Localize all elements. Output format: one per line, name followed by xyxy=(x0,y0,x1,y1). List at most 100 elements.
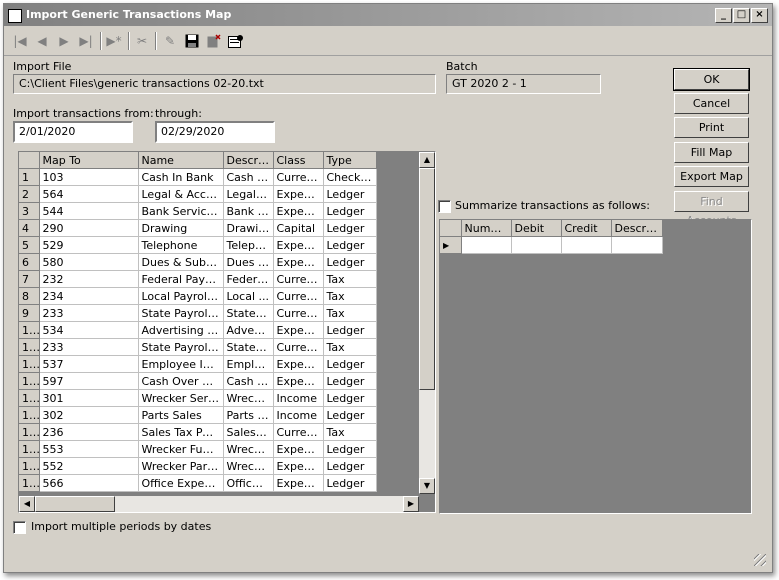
summary-cell[interactable] xyxy=(511,236,562,254)
grid-cell[interactable]: Ledger xyxy=(323,253,377,271)
row-number[interactable]: 11 xyxy=(19,338,40,356)
grid-cell[interactable]: Wreck... xyxy=(223,389,274,407)
grid-cell[interactable]: Ledger xyxy=(323,185,377,203)
properties-icon[interactable] xyxy=(226,31,246,51)
grid-cell[interactable]: 233 xyxy=(39,338,139,356)
save-icon[interactable] xyxy=(182,31,202,51)
column-header-description[interactable]: Descri... xyxy=(223,152,274,169)
grid-cell[interactable]: 302 xyxy=(39,406,139,424)
grid-cell[interactable]: Ledger xyxy=(323,321,377,339)
table-row[interactable]: 7232Federal Payroll...Federal...Current.… xyxy=(19,270,377,288)
table-row[interactable]: 1103Cash In BankCash I...Current...Check… xyxy=(19,168,377,186)
table-row[interactable]: 9 233 State Payroll T... State P... Current.… xyxy=(19,304,377,322)
row-number[interactable]: 6 xyxy=(19,253,40,271)
grid-cell[interactable]: State P... xyxy=(223,304,274,322)
grid-cell[interactable]: Income xyxy=(273,389,324,407)
grid-cell[interactable]: Tax xyxy=(323,270,377,288)
summary-cell[interactable] xyxy=(461,236,512,254)
grid-cell[interactable]: 564 xyxy=(39,185,139,203)
grid-cell[interactable]: 580 xyxy=(39,253,139,271)
grid-cell[interactable]: Tax xyxy=(323,287,377,305)
grid-cell[interactable]: Wreck... xyxy=(223,440,274,458)
grid-cell[interactable]: Drawing xyxy=(138,219,224,237)
grid-cell[interactable]: Ledger xyxy=(323,355,377,373)
table-row[interactable]: 12537Employee Insu...Employ...ExpenseLed… xyxy=(19,355,377,373)
grid-cell[interactable]: Local Payroll T... xyxy=(138,287,224,305)
grid-cell[interactable]: Wrecker Servi... xyxy=(138,389,224,407)
column-header-class[interactable]: Class xyxy=(273,152,324,169)
grid-cell[interactable]: Expense xyxy=(273,440,324,458)
grid-cell[interactable]: Current... xyxy=(273,270,324,288)
cancel-button[interactable]: Cancel xyxy=(674,93,749,114)
row-number[interactable]: 10 xyxy=(19,321,40,339)
grid-cell[interactable]: Wrecker Parts... xyxy=(138,457,224,475)
grid-cell[interactable]: Ledger xyxy=(323,474,377,492)
fill-map-button[interactable]: Fill Map xyxy=(674,142,749,163)
ok-button[interactable]: OK xyxy=(673,68,750,91)
grid-cell[interactable]: Current... xyxy=(273,168,324,186)
row-number[interactable]: 17 xyxy=(19,440,40,458)
grid-cell[interactable]: Ledger xyxy=(323,236,377,254)
delete-cut-icon[interactable]: ✂ xyxy=(132,31,152,51)
grid-cell[interactable]: Current... xyxy=(273,287,324,305)
row-number[interactable]: 7 xyxy=(19,270,40,288)
summary-cell[interactable] xyxy=(611,236,663,254)
row-number[interactable]: 15 xyxy=(19,406,40,424)
summary-header-number[interactable]: Number xyxy=(461,220,512,237)
cancel-changes-icon[interactable] xyxy=(204,31,224,51)
row-number[interactable]: 5 xyxy=(19,236,40,254)
grid-cell[interactable]: Employ... xyxy=(223,355,274,373)
grid-cell[interactable]: Ledger xyxy=(323,219,377,237)
grid-cell[interactable]: Income xyxy=(273,406,324,424)
summarize-checkbox[interactable] xyxy=(438,200,451,213)
scroll-left-arrow-icon[interactable]: ◀ xyxy=(19,496,35,512)
row-number[interactable]: 16 xyxy=(19,423,40,441)
row-number[interactable]: 3 xyxy=(19,202,40,220)
grid-cell[interactable]: Legal & Accou... xyxy=(138,185,224,203)
grid-cell[interactable]: Ledger xyxy=(323,372,377,390)
grid-cell[interactable]: Bank Service ... xyxy=(138,202,224,220)
row-number[interactable]: 9 xyxy=(19,304,40,322)
table-row[interactable]: 15 302 Parts Sales Parts S... Income Ledger xyxy=(19,406,377,424)
grid-cell[interactable]: Telephone xyxy=(138,236,224,254)
grid-cell[interactable]: Parts S... xyxy=(223,406,274,424)
grid-cell[interactable]: Cash I... xyxy=(223,168,274,186)
grid-cell[interactable]: 597 xyxy=(39,372,139,390)
grid-cell[interactable]: 544 xyxy=(39,202,139,220)
grid-cell[interactable]: Drawing xyxy=(223,219,274,237)
grid-cell[interactable]: Bank S... xyxy=(223,202,274,220)
grid-cell[interactable]: Tax xyxy=(323,304,377,322)
grid-cell[interactable]: Cash Over & S... xyxy=(138,372,224,390)
column-header-type[interactable]: Type xyxy=(323,152,377,169)
grid-cell[interactable]: Expense xyxy=(273,185,324,203)
grid-cell[interactable]: 301 xyxy=(39,389,139,407)
grid-cell[interactable]: 290 xyxy=(39,219,139,237)
export-map-button[interactable]: Export Map xyxy=(674,166,749,187)
grid-cell[interactable]: 534 xyxy=(39,321,139,339)
table-row[interactable]: 13 597 Cash Over & S... Cash O... Expense Led… xyxy=(19,372,377,390)
grid-cell[interactable]: Expense xyxy=(273,321,324,339)
last-record-icon[interactable]: ▶| xyxy=(76,31,96,51)
column-header-name[interactable]: Name xyxy=(138,152,224,169)
summary-cell[interactable] xyxy=(561,236,612,254)
table-row[interactable]: 19 566 Office Expense Office ... Expense Ledg… xyxy=(19,474,377,492)
table-row[interactable]: 5 529 Telephone Teleph... Expense Ledger xyxy=(19,236,377,254)
summary-header-debit[interactable]: Debit xyxy=(511,220,562,237)
grid-cell[interactable]: Ledger xyxy=(323,440,377,458)
grid-cell[interactable]: Office ... xyxy=(223,474,274,492)
grid-horizontal-scrollbar[interactable]: ◀ ▶ xyxy=(19,496,419,512)
grid-cell[interactable]: Ledger xyxy=(323,457,377,475)
table-row[interactable]: 8234Local Payroll T...Local ...Current..… xyxy=(19,287,377,305)
row-number[interactable]: 18 xyxy=(19,457,40,475)
previous-record-icon[interactable]: ◀ xyxy=(32,31,52,51)
grid-cell[interactable]: State P... xyxy=(223,338,274,356)
grid-cell[interactable]: Expense xyxy=(273,372,324,390)
table-row[interactable]: 11 233 State Payroll T... State P... Current… xyxy=(19,338,377,356)
row-number[interactable]: 12 xyxy=(19,355,40,373)
grid-cell[interactable]: Cash In Bank xyxy=(138,168,224,186)
insert-record-icon[interactable]: ▶* xyxy=(104,31,124,51)
grid-cell[interactable]: 232 xyxy=(39,270,139,288)
grid-cell[interactable]: Employee Insu... xyxy=(138,355,224,373)
grid-cell[interactable]: Dues &... xyxy=(223,253,274,271)
vertical-scroll-thumb[interactable] xyxy=(419,168,435,390)
